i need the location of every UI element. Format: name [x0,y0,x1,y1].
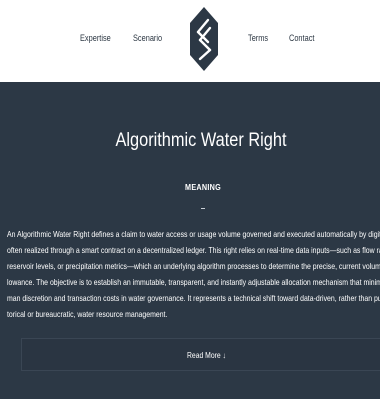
hexagon-s-logo-icon[interactable] [189,6,219,72]
paragraph-line: often realized through a smart contract … [7,246,380,255]
nav-link-expertise[interactable]: Expertise [80,33,111,43]
paragraph-line: An Algorithmic Water Right defines a cla… [7,230,380,239]
read-more-label: Read More ↓ [187,350,226,360]
paragraph-line: man discretion and transaction costs in … [7,294,380,303]
paragraph-line: lowance. The objective is to establish a… [7,278,380,287]
page-title: Algorithmic Water Right [115,130,287,151]
read-more-button[interactable]: Read More ↓ [21,338,380,371]
definition-section: Algorithmic Water Right MEANING An Algor… [0,82,380,399]
nav-link-scenario[interactable]: Scenario [133,33,162,43]
nav-link-contact[interactable]: Contact [289,33,314,43]
section-subtitle: MEANING [185,182,221,192]
site-header: Expertise Scenario Terms Contact [0,0,380,82]
paragraph-line: torical or bureaucratic, water resource … [7,310,168,319]
divider [201,208,205,209]
paragraph-line: reservoir levels, or precipitation metri… [7,262,380,271]
definition-paragraph: An Algorithmic Water Right defines a cla… [7,227,380,323]
nav-link-terms[interactable]: Terms [248,33,268,43]
